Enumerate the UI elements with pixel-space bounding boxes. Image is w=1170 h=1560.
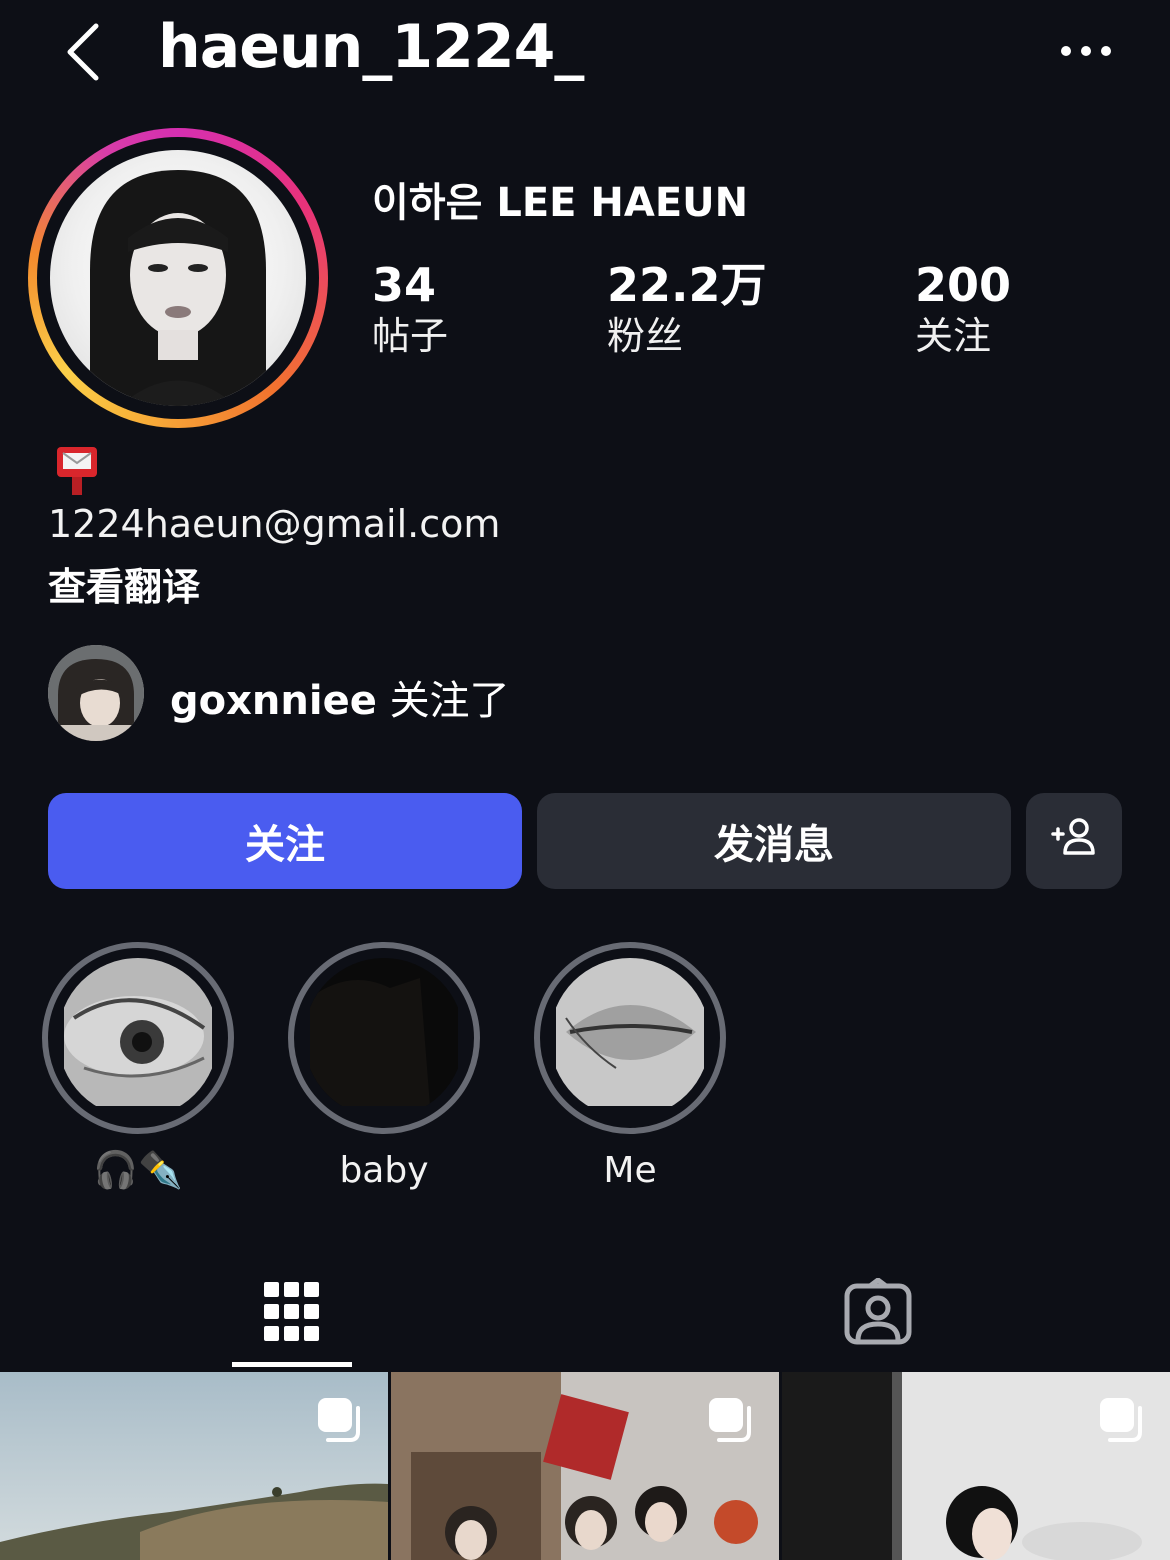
tab-tagged[interactable]: [813, 1266, 943, 1362]
mutual-follower-avatar[interactable]: [48, 645, 144, 741]
post-thumbnail[interactable]: [0, 1372, 388, 1560]
multiple-photos-icon: [1096, 1394, 1150, 1448]
top-bar: haeun_1224_: [0, 0, 1170, 110]
highlight-3[interactable]: Me: [534, 942, 726, 1194]
stat-followers[interactable]: 22.2万 粉丝: [607, 258, 767, 360]
multiple-photos-icon: [314, 1394, 368, 1448]
highlight-1[interactable]: 🎧✒️: [42, 942, 234, 1194]
stat-posts[interactable]: 34 帖子: [372, 258, 448, 360]
mutual-follower-suffix: 关注了: [389, 678, 510, 724]
postbox-icon: [55, 445, 99, 497]
highlight-cover-eye: [58, 958, 218, 1118]
followers-label: 粉丝: [607, 314, 684, 358]
highlight-2[interactable]: baby: [288, 942, 480, 1194]
posts-count: 34: [372, 258, 437, 312]
follow-button[interactable]: 关注: [48, 793, 522, 889]
stat-following[interactable]: 200 关注: [915, 258, 1011, 360]
highlight-cover-lips: [550, 958, 710, 1118]
post-thumbnail[interactable]: [782, 1372, 1170, 1560]
post-thumbnail[interactable]: [391, 1372, 779, 1560]
mutual-follower-username[interactable]: goxnniee: [170, 678, 377, 724]
bio-email[interactable]: 1224haeun@gmail.com: [48, 502, 500, 546]
avatar: [50, 150, 306, 406]
add-person-icon: [1049, 816, 1099, 866]
multiple-photos-icon: [705, 1394, 759, 1448]
active-tab-indicator: [232, 1362, 352, 1367]
profile-username: haeun_1224_: [158, 12, 584, 82]
highlight-label: Me: [603, 1149, 657, 1191]
suggested-users-button[interactable]: [1026, 793, 1122, 889]
following-count: 200: [915, 258, 1012, 312]
profile-avatar-story-ring[interactable]: [28, 128, 328, 428]
more-options-icon[interactable]: [1058, 36, 1114, 66]
mutual-follower-text: goxnniee 关注了: [170, 668, 510, 726]
highlight-label: baby: [339, 1149, 429, 1191]
followers-count: 22.2万: [607, 258, 767, 312]
message-button[interactable]: 发消息: [537, 793, 1011, 889]
highlight-cover-dark: [304, 958, 464, 1118]
following-label: 关注: [915, 314, 992, 358]
posts-label: 帖子: [372, 314, 449, 358]
grid-icon: [264, 1278, 320, 1350]
back-arrow-icon[interactable]: [58, 20, 118, 84]
see-translation-link[interactable]: 查看翻译: [48, 556, 200, 611]
tab-posts-grid[interactable]: [227, 1266, 357, 1362]
tagged-user-icon: [844, 1277, 912, 1350]
highlight-label: 🎧✒️: [93, 1150, 183, 1191]
display-name: 이하은 LEE HAEUN: [372, 180, 749, 226]
